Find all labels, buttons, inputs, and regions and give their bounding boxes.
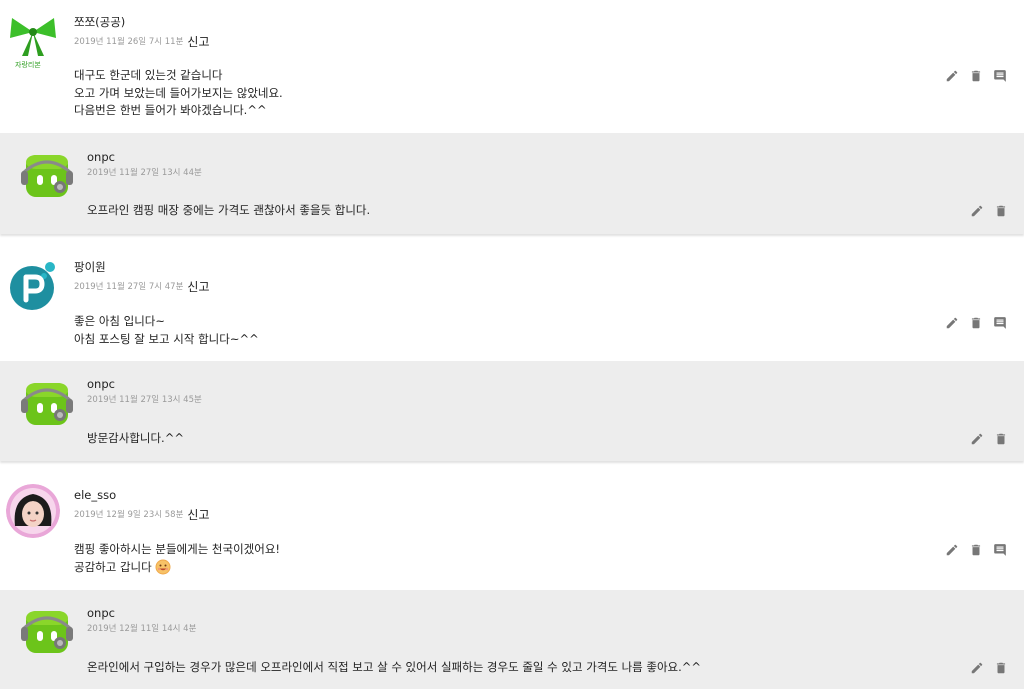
delete-icon[interactable] <box>994 661 1008 675</box>
reply-actions <box>970 432 1008 446</box>
reply-body: 오프라인 캠핑 매장 중에는 가격도 괜찮아서 좋을듯 합니다. <box>87 202 370 220</box>
avatar[interactable] <box>20 147 74 201</box>
edit-icon[interactable] <box>945 543 959 557</box>
delete-icon[interactable] <box>994 204 1008 218</box>
delete-icon[interactable] <box>969 316 983 330</box>
report-link[interactable]: 신고 <box>187 35 209 49</box>
comment-date: 2019년 11월 27일 7시 47분 신고 <box>74 276 210 294</box>
smile-emoji-icon <box>155 559 171 575</box>
comment-item: ele_sso 2019년 12월 9일 23시 58분 신고 캠핑 좋아하시는 … <box>0 472 1024 590</box>
reply-date: 2019년 12월 11일 14시 4분 <box>87 624 197 634</box>
comment-author[interactable]: 쪼쪼(공공) <box>74 14 125 30</box>
comment-item: 자랑리본 쪼쪼(공공) 2019년 11월 26일 7시 11분 신고 대구도 한… <box>0 0 1024 133</box>
comment-line: 좋은 아침 입니다~ <box>74 314 166 328</box>
date-text: 2019년 12월 9일 23시 58분 <box>74 510 184 520</box>
edit-icon[interactable] <box>945 316 959 330</box>
robot-icon <box>21 611 73 653</box>
reply-body: 방문감사합니다.^^ <box>87 430 184 448</box>
reply-date: 2019년 11월 27일 13시 45분 <box>87 395 202 405</box>
comment-author[interactable]: 팡이원 <box>74 259 106 275</box>
avatar[interactable] <box>20 375 74 429</box>
reply-author[interactable]: onpc <box>87 606 115 620</box>
edit-icon[interactable] <box>970 661 984 675</box>
comment-date: 2019년 11월 26일 7시 11분 신고 <box>74 31 210 49</box>
edit-icon[interactable] <box>945 69 959 83</box>
comment-line: 대구도 한군데 있는것 같습니다 <box>74 68 223 82</box>
avatar[interactable] <box>9 261 59 311</box>
comment-date: 2019년 12월 9일 23시 58분 신고 <box>74 504 210 522</box>
reply-actions <box>970 204 1008 218</box>
date-text: 2019년 11월 27일 7시 47분 <box>74 282 184 292</box>
comment-item: 팡이원 2019년 11월 27일 7시 47분 신고 좋은 아침 입니다~ 아침… <box>0 244 1024 361</box>
reply-body: 온라인에서 구입하는 경우가 많은데 오프라인에서 직접 보고 살 수 있어서 … <box>87 659 701 677</box>
delete-icon[interactable] <box>994 432 1008 446</box>
comment-author[interactable]: ele_sso <box>74 488 116 502</box>
reply-icon[interactable] <box>993 316 1007 330</box>
delete-icon[interactable] <box>969 543 983 557</box>
reply-item: onpc 2019년 11월 27일 13시 45분 방문감사합니다.^^ <box>0 361 1024 461</box>
report-link[interactable]: 신고 <box>187 280 209 294</box>
date-text: 2019년 11월 26일 7시 11분 <box>74 37 184 47</box>
robot-icon <box>21 155 73 197</box>
comment-actions <box>945 69 1007 83</box>
reply-icon[interactable] <box>993 543 1007 557</box>
comment-line: 공감하고 갑니다 <box>74 559 280 577</box>
avatar[interactable] <box>20 603 74 657</box>
p-logo-icon <box>10 262 55 310</box>
comment-actions <box>945 316 1007 330</box>
ribbon-icon <box>10 18 56 56</box>
edit-icon[interactable] <box>970 204 984 218</box>
reply-icon[interactable] <box>993 69 1007 83</box>
comment-body: 좋은 아침 입니다~ 아침 포스팅 잘 보고 시작 합니다~^^ <box>74 313 259 348</box>
comment-body: 캠핑 좋아하시는 분들에게는 천국이겠어요! 공감하고 갑니다 <box>74 541 280 576</box>
reply-item: onpc 2019년 11월 27일 13시 44분 오프라인 캠핑 매장 중에… <box>0 133 1024 234</box>
comment-line: 오고 가며 보았는데 들어가보지는 않았네요. <box>74 85 283 100</box>
report-link[interactable]: 신고 <box>187 508 209 522</box>
reply-actions <box>970 661 1008 675</box>
avatar[interactable] <box>6 484 60 538</box>
reply-line: 오프라인 캠핑 매장 중에는 가격도 괜찮아서 좋을듯 합니다. <box>87 203 371 217</box>
comment-line: 캠핑 좋아하시는 분들에게는 천국이겠어요! <box>74 542 281 556</box>
avatar[interactable] <box>6 10 60 64</box>
reply-line: 온라인에서 구입하는 경우가 많은데 오프라인에서 직접 보고 살 수 있어서 … <box>87 660 702 674</box>
avatar-caption: 자랑리본 <box>15 61 41 69</box>
robot-icon <box>21 383 73 425</box>
reply-item: onpc 2019년 12월 11일 14시 4분 온라인에서 구입하는 경우가… <box>0 590 1024 689</box>
comment-line: 다음번은 한번 들어가 봐야겠습니다.^^ <box>74 103 267 117</box>
reply-line: 방문감사합니다.^^ <box>87 431 184 445</box>
reply-author[interactable]: onpc <box>87 150 115 164</box>
comment-body: 대구도 한군데 있는것 같습니다 오고 가며 보았는데 들어가보지는 않았네요.… <box>74 67 283 120</box>
profile-photo-icon <box>6 484 60 538</box>
comment-actions <box>945 543 1007 557</box>
edit-icon[interactable] <box>970 432 984 446</box>
reply-author[interactable]: onpc <box>87 377 115 391</box>
comment-line: 아침 포스팅 잘 보고 시작 합니다~^^ <box>74 331 259 346</box>
reply-date: 2019년 11월 27일 13시 44분 <box>87 168 202 178</box>
comment-line-text: 공감하고 갑니다 <box>74 559 152 574</box>
delete-icon[interactable] <box>969 69 983 83</box>
